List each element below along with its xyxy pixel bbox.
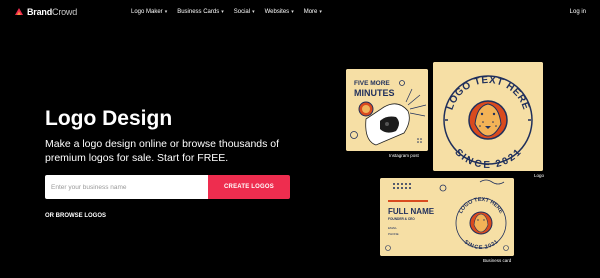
business-card-example[interactable]: FULL NAME FOUNDER & CEO EMAIL PHONE LOGO… — [380, 178, 514, 256]
card-full-name: FULL NAME — [388, 207, 435, 216]
chevron-down-icon: ▾ — [291, 9, 294, 15]
top-nav: BrandCrowd Logo Maker ▾ Business Cards ▾ S… — [0, 0, 600, 28]
nav-item-more[interactable]: More ▾ — [304, 9, 322, 15]
nav-item-social[interactable]: Social ▾ — [234, 9, 255, 15]
nav-item-logo-maker[interactable]: Logo Maker ▾ — [131, 9, 167, 15]
main-menu: Logo Maker ▾ Business Cards ▾ Social ▾ Webs… — [131, 9, 322, 15]
browse-logos-link[interactable]: OR BROWSE LOGOS — [45, 213, 106, 219]
insta-line2: MINUTES — [354, 88, 395, 98]
business-name-field[interactable] — [45, 175, 208, 199]
nav-item-websites[interactable]: Websites ▾ — [265, 9, 294, 15]
brand-name: BrandCrowd — [27, 7, 78, 17]
logo-example[interactable]: LOGO TEXT HERE SINCE 2021 — [433, 62, 543, 171]
create-logos-button[interactable]: CREATE LOGOS — [208, 175, 290, 199]
chevron-down-icon: ▾ — [319, 9, 322, 15]
logo-artwork: LOGO TEXT HERE SINCE 2021 — [433, 62, 543, 171]
card-email-label: EMAIL — [388, 226, 397, 230]
hero-subtitle: Make a logo design online or browse thou… — [45, 138, 280, 164]
card-phone-label: PHONE — [388, 232, 399, 236]
logo-caption: Logo — [534, 173, 545, 178]
chevron-down-icon: ▾ — [252, 9, 255, 15]
page-title: Logo Design — [45, 107, 173, 130]
business-name-input[interactable] — [45, 175, 201, 199]
business-card-artwork: FULL NAME FOUNDER & CEO EMAIL PHONE LOGO… — [380, 178, 514, 256]
login-link[interactable]: Log in — [570, 9, 586, 15]
card-role: FOUNDER & CEO — [388, 217, 415, 221]
insta-line1: FIVE MORE — [354, 80, 390, 87]
instagram-post-example[interactable]: FIVE MORE MINUTES — [346, 69, 428, 151]
chevron-down-icon: ▾ — [164, 9, 168, 15]
brand-logo[interactable]: BrandCrowd — [14, 7, 77, 17]
business-card-caption: Business card — [483, 258, 512, 263]
instagram-post-artwork: FIVE MORE MINUTES — [346, 69, 428, 151]
nav-item-business-cards[interactable]: Business Cards ▾ — [177, 9, 224, 15]
instagram-post-caption: Instagram post — [389, 153, 419, 158]
brandcrowd-logo-icon — [15, 8, 23, 15]
chevron-down-icon: ▾ — [221, 9, 224, 15]
